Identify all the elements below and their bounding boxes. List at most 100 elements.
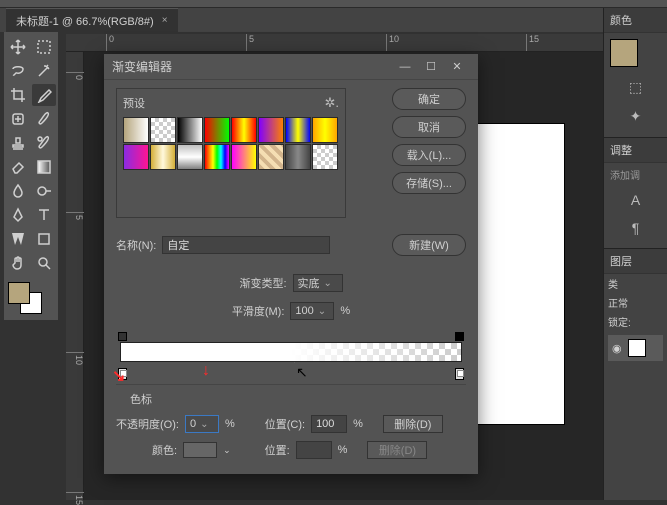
preset-gradient[interactable] [177,117,203,143]
preset-gradient[interactable] [204,144,230,170]
dialog-title: 渐变编辑器 [112,58,392,75]
panel-color-swatch[interactable] [610,39,638,67]
preset-gradient[interactable] [258,144,284,170]
gradient-tool[interactable] [32,156,56,178]
position-label: 位置(C): [265,416,305,432]
color-label: 颜色: [152,442,177,458]
color-swatches[interactable] [6,282,56,316]
blur-tool[interactable] [6,180,30,202]
ruler-tick: 0 [106,34,114,52]
pct-label: % [225,418,235,430]
ruler-vertical: 0 5 10 15 [66,52,84,500]
presets-box: 预设 ✲. [116,88,346,218]
marquee-tool[interactable] [32,36,56,58]
preset-gradient[interactable] [285,144,311,170]
ok-button[interactable]: 确定 [392,88,466,110]
type-select[interactable]: 实底 [293,274,343,292]
maximize-icon[interactable]: ☐ [418,57,444,77]
preset-gradient[interactable] [312,117,338,143]
eyedropper-tool[interactable] [32,84,56,106]
preset-gradient[interactable] [123,144,149,170]
preset-gradient[interactable] [123,117,149,143]
opacity-stop-left[interactable] [118,332,127,341]
right-panel: 颜色 ⬚ ✦ 调整 添加调 A ¶ 图层 类 正常 锁定: ◉ [603,8,667,500]
pct-label: % [340,305,350,317]
char-icon[interactable]: A [604,186,667,214]
document-tabs: 未标题-1 @ 66.7%(RGB/8#) × [0,8,667,32]
pen-tool[interactable] [6,204,30,226]
new-button[interactable]: 新建(W) [392,234,466,256]
preset-gradient[interactable] [231,144,257,170]
preset-gradient[interactable] [204,117,230,143]
toolbox [4,32,58,320]
document-tab[interactable]: 未标题-1 @ 66.7%(RGB/8#) × [6,8,178,33]
panel-adjust-header[interactable]: 调整 [604,138,667,163]
lock-label: 锁定: [604,312,667,331]
name-label: 名称(N): [116,237,156,253]
gradient-bar[interactable] [116,334,466,378]
zoom-tool[interactable] [32,252,56,274]
move-tool[interactable] [6,36,30,58]
preset-gradient[interactable] [231,117,257,143]
crop-tool[interactable] [6,84,30,106]
brush-tool[interactable] [32,108,56,130]
ruler-horizontal: 0 5 10 15 [66,34,603,52]
opacity-select[interactable]: 0 [185,415,219,433]
position2-label: 位置: [265,442,290,458]
ruler-tick: 5 [66,212,84,220]
preset-gradient[interactable] [285,117,311,143]
close-icon[interactable]: ✕ [444,57,470,77]
para-icon[interactable]: ¶ [604,214,667,242]
position2-input [296,441,332,459]
ruler-tick: 5 [246,34,254,52]
minimize-icon[interactable]: — [392,57,418,77]
panel-color-header[interactable]: 颜色 [604,8,667,33]
gear-icon[interactable]: ✲. [324,95,339,111]
smooth-select[interactable]: 100 [290,302,334,320]
foreground-swatch[interactable] [8,282,30,304]
wand-tool[interactable] [32,60,56,82]
heal-tool[interactable] [6,108,30,130]
history-brush-tool[interactable] [32,132,56,154]
shape-tool[interactable] [32,228,56,250]
load-button[interactable]: 载入(L)... [392,144,466,166]
eraser-tool[interactable] [6,156,30,178]
panel-layers-header[interactable]: 图层 [604,249,667,274]
visibility-icon[interactable]: ◉ [612,342,622,355]
swatches-icon[interactable]: ✦ [604,102,667,131]
color-stop-left[interactable] [118,368,127,380]
gradient-preview[interactable] [120,342,462,362]
pct-label: % [353,418,363,430]
add-adjustment-label: 添加调 [604,163,667,186]
opacity-label: 不透明度(O): [116,416,179,432]
delete-button[interactable]: 删除(D) [383,415,443,433]
type-tool[interactable] [32,204,56,226]
stops-header: 色标 [130,391,466,407]
ruler-tick: 15 [526,34,539,52]
cancel-button[interactable]: 取消 [392,116,466,138]
type-label: 渐变类型: [239,275,286,291]
dodge-tool[interactable] [32,180,56,202]
preset-gradient[interactable] [312,144,338,170]
delete2-button: 删除(D) [367,441,427,459]
close-icon[interactable]: × [162,15,168,26]
preset-gradient[interactable] [150,144,176,170]
stamp-tool[interactable] [6,132,30,154]
position-input[interactable] [311,415,347,433]
color-stop-right[interactable] [455,368,464,380]
hand-tool[interactable] [6,252,30,274]
save-button[interactable]: 存储(S)... [392,172,466,194]
path-tool[interactable] [6,228,30,250]
preset-gradient[interactable] [258,117,284,143]
brushes-icon[interactable]: ⬚ [604,73,667,102]
lasso-tool[interactable] [6,60,30,82]
blend-mode[interactable]: 正常 [604,293,667,312]
preset-gradient[interactable] [150,117,176,143]
preset-grid [123,117,339,170]
name-input[interactable] [162,236,330,254]
layer-row[interactable]: ◉ [608,335,663,361]
preset-gradient[interactable] [177,144,203,170]
opacity-stop-right[interactable] [455,332,464,341]
dialog-titlebar[interactable]: 渐变编辑器 — ☐ ✕ [104,54,478,80]
ruler-tick: 0 [66,72,84,80]
